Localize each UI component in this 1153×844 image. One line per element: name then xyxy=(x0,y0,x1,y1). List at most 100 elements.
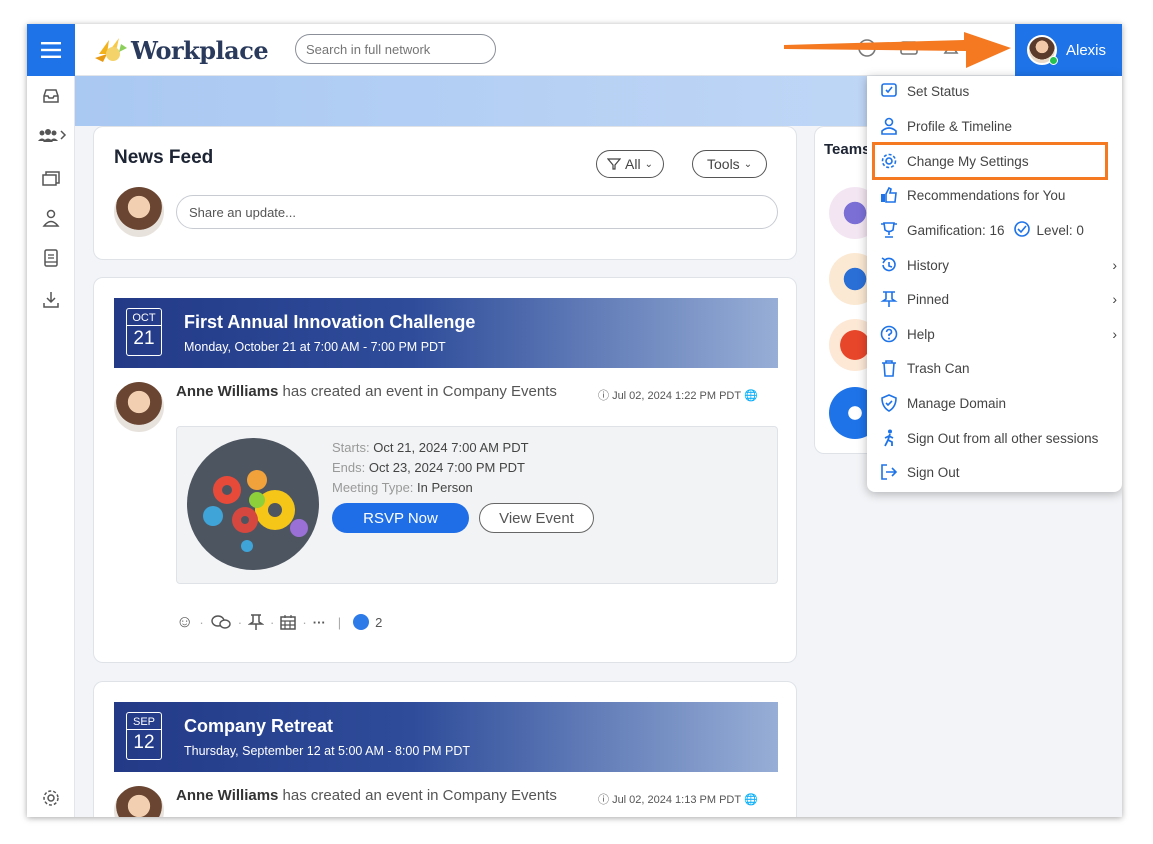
event-image[interactable] xyxy=(187,438,319,570)
event-details-box: Starts: Oct 21, 2024 7:00 AM PDT Ends: O… xyxy=(176,426,778,584)
user-dropdown-menu: Set Status Profile & Timeline Change My … xyxy=(867,76,1122,492)
tools-dropdown[interactable]: Tools ⌄ xyxy=(692,150,768,178)
menu-item-label: Gamification: 16 xyxy=(907,222,1005,238)
menu-item-label: History xyxy=(907,257,950,273)
event-header[interactable]: OCT 21 First Annual Innovation Challenge… xyxy=(114,298,778,368)
level-label: Level: 0 xyxy=(1036,222,1084,238)
event-title: First Annual Innovation Challenge xyxy=(184,312,476,332)
meeting-type-value: In Person xyxy=(417,480,473,495)
search-input[interactable] xyxy=(295,34,496,64)
event-day: 21 xyxy=(127,325,161,350)
hamburger-menu-button[interactable] xyxy=(27,24,75,76)
status-icon xyxy=(881,83,897,97)
post-card: SEP 12 Company Retreat Thursday, Septemb… xyxy=(93,681,797,817)
shield-icon xyxy=(881,394,897,412)
level-icon xyxy=(1013,220,1031,241)
page-title: News Feed xyxy=(114,147,214,168)
menu-item-history[interactable]: History › xyxy=(879,252,1117,278)
workplace-logo[interactable]: Workplace xyxy=(93,32,269,68)
menu-item-sign-out-other-sessions[interactable]: Sign Out from all other sessions xyxy=(879,425,1115,451)
pin-icon xyxy=(880,291,898,307)
event-subtitle: Monday, October 21 at 7:00 AM - 7:00 PM … xyxy=(184,340,446,354)
menu-item-set-status[interactable]: Set Status xyxy=(879,78,1115,104)
calendar-icon[interactable] xyxy=(280,614,297,630)
author-name[interactable]: Anne Williams xyxy=(176,787,278,804)
gear-icon xyxy=(43,790,59,806)
author-avatar[interactable] xyxy=(114,382,164,432)
event-ends: Ends: Oct 23, 2024 7:00 PM PDT xyxy=(332,460,525,475)
menu-item-trash[interactable]: Trash Can xyxy=(879,355,1115,381)
more-icon[interactable]: ··· xyxy=(313,615,326,630)
timestamp-text: Jul 02, 2024 1:13 PM PDT xyxy=(612,794,741,806)
tools-label: Tools xyxy=(707,156,740,172)
sidebar-item-profile[interactable] xyxy=(39,206,63,230)
view-event-button[interactable]: View Event xyxy=(479,503,594,533)
post-card: OCT 21 First Annual Innovation Challenge… xyxy=(93,277,797,663)
menu-item-pinned[interactable]: Pinned › xyxy=(879,286,1117,312)
sidebar-item-folders[interactable] xyxy=(39,166,63,190)
user-menu-button[interactable]: Alexis xyxy=(1015,24,1122,76)
event-starts: Starts: Oct 21, 2024 7:00 AM PDT xyxy=(332,440,529,455)
menu-item-label: Recommendations for You xyxy=(907,187,1066,203)
author-avatar[interactable] xyxy=(114,786,164,817)
event-month: SEP xyxy=(132,716,155,728)
post-timestamp: ⓘ Jul 02, 2024 1:22 PM PDT 🌐 xyxy=(598,390,758,402)
menu-item-manage-domain[interactable]: Manage Domain xyxy=(879,390,1115,416)
menu-item-label: Sign Out xyxy=(907,464,960,480)
sidebar-item-inbox[interactable] xyxy=(39,84,63,108)
thumbs-up-icon xyxy=(881,186,897,203)
emoji-icon[interactable]: ☺ xyxy=(176,612,193,632)
menu-item-label: Sign Out from all other sessions xyxy=(907,430,1099,446)
menu-item-label: Help xyxy=(907,326,935,342)
trophy-icon xyxy=(881,222,897,238)
event-title: Company Retreat xyxy=(184,716,334,736)
user-name: Alexis xyxy=(1066,41,1107,59)
avatar xyxy=(1027,35,1058,65)
event-header[interactable]: SEP 12 Company Retreat Thursday, Septemb… xyxy=(114,702,778,772)
sidebar-item-documents[interactable] xyxy=(39,246,63,270)
download-icon xyxy=(43,292,59,308)
logo-icon xyxy=(95,38,127,62)
like-icon[interactable] xyxy=(353,614,370,630)
folder-icon xyxy=(42,171,60,186)
menu-item-help[interactable]: Help › xyxy=(879,321,1117,347)
filter-all-dropdown[interactable]: All ⌄ xyxy=(596,150,664,178)
pin-icon[interactable] xyxy=(248,613,265,631)
rsvp-button[interactable]: RSVP Now xyxy=(332,503,469,533)
filter-label: All xyxy=(625,156,641,172)
person-icon xyxy=(42,209,60,227)
menu-item-profile-timeline[interactable]: Profile & Timeline xyxy=(879,113,1115,139)
like-count: 2 xyxy=(375,614,383,630)
starts-value: Oct 21, 2024 7:00 AM PDT xyxy=(373,440,529,455)
menu-item-label: Trash Can xyxy=(907,360,970,376)
menu-item-sign-out[interactable]: Sign Out xyxy=(879,459,1115,485)
sign-out-icon xyxy=(881,464,898,480)
help-icon xyxy=(880,325,898,343)
walking-icon xyxy=(884,429,894,447)
event-date: SEP 12 xyxy=(126,712,162,760)
menu-item-label: Set Status xyxy=(907,83,970,99)
post-text: Anne Williams has created an event in Co… xyxy=(176,787,576,805)
chevron-right-icon: › xyxy=(1112,257,1117,273)
event-date: OCT 21 xyxy=(126,308,162,356)
sidebar-item-settings[interactable] xyxy=(39,786,63,810)
event-meeting-type: Meeting Type: In Person xyxy=(332,480,473,495)
post-timestamp: ⓘ Jul 02, 2024 1:13 PM PDT 🌐 xyxy=(598,794,758,806)
globe-icon: 🌐 xyxy=(743,794,758,806)
event-subtitle: Thursday, September 12 at 5:00 AM - 8:00… xyxy=(184,744,471,758)
history-icon xyxy=(881,257,896,272)
ends-label: Ends: xyxy=(332,460,366,475)
book-icon xyxy=(44,249,58,267)
event-day: 12 xyxy=(127,729,161,754)
online-status-dot xyxy=(1049,56,1058,65)
avatar xyxy=(114,187,164,237)
menu-item-recommendations[interactable]: Recommendations for You xyxy=(879,182,1115,208)
sidebar-item-teams[interactable] xyxy=(37,124,67,148)
share-update-input[interactable]: Share an update... xyxy=(176,195,778,229)
sidebar-item-downloads[interactable] xyxy=(39,288,63,312)
post-actions: ☺ · · · · ··· | 2 xyxy=(176,612,383,632)
comment-icon[interactable] xyxy=(210,613,232,631)
menu-item-gamification[interactable]: Gamification: 16 Level: 0 xyxy=(879,217,1115,243)
person-icon xyxy=(881,117,897,135)
author-name[interactable]: Anne Williams xyxy=(176,383,278,400)
